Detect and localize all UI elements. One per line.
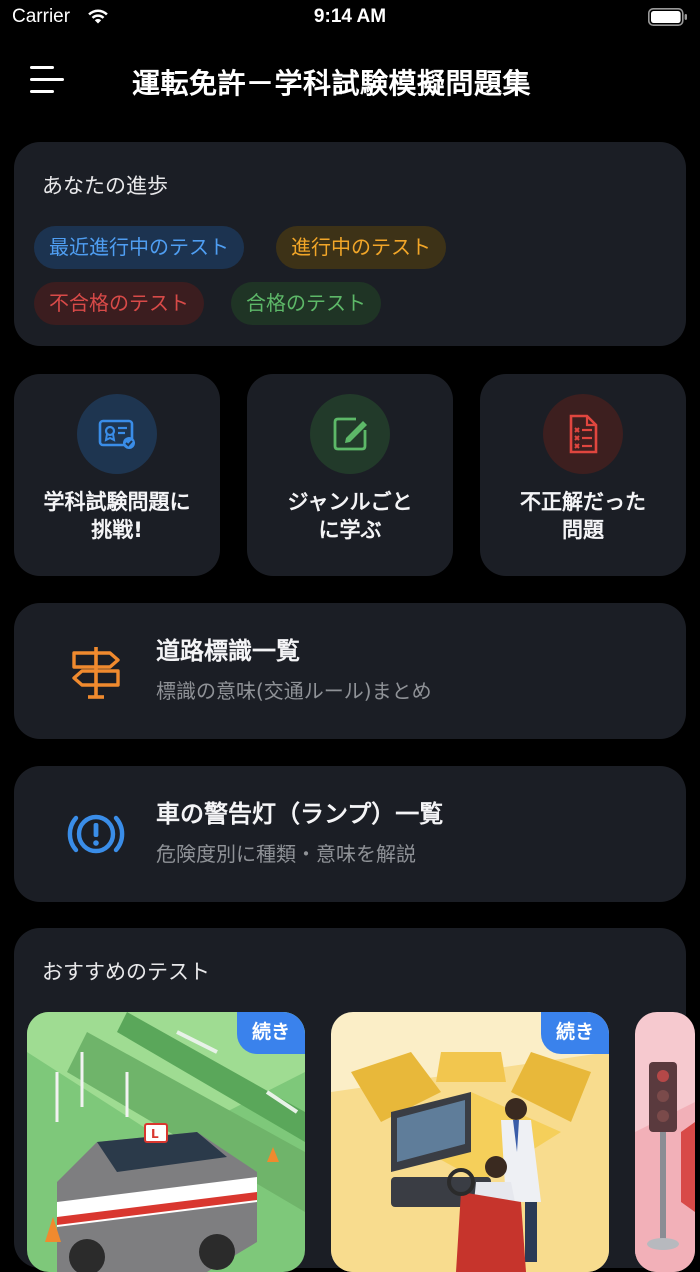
recommended-test-1[interactable]: L 続き [27,1012,305,1272]
tile-learn-by-genre-label: ジャンルごと に学ぶ [287,490,413,542]
hamburger-menu-icon[interactable] [28,62,68,100]
progress-card: あなたの進歩 最近進行中のテスト 進行中のテスト 不合格のテスト 合格のテスト [14,142,686,346]
recommended-title: おすすめのテスト [42,960,210,984]
continue-badge: 続き [541,1012,609,1054]
certificate-icon [77,394,157,474]
signpost-icon [72,647,120,699]
tile-wrong-answers-label: 不正解だった 問題 [520,490,646,542]
chip-failed-tests[interactable]: 不合格のテスト [34,282,204,325]
recommended-tests-card: おすすめのテスト L 続き 続き [14,928,695,1272]
traffic-light-illustration [635,1012,695,1272]
battery-icon [648,8,687,26]
road-signs-title: 道路標識一覧 [156,637,300,665]
wrong-answers-document-icon [543,394,623,474]
road-signs-list-button[interactable]: 道路標識一覧 標識の意味(交通ルール)まとめ [14,603,686,739]
tile-exam-challenge-label: 学科試験問題に 挑戦! [43,490,191,542]
status-time: 9:14 AM [313,6,387,27]
brake-warning-icon [67,814,125,854]
warning-lamps-subtitle: 危険度別に種類・意味を解説 [156,842,416,866]
recommended-test-2[interactable]: 続き [331,1012,609,1272]
chip-passed-tests[interactable]: 合格のテスト [231,282,381,325]
recommended-test-3[interactable] [635,1012,695,1272]
warning-lamps-title: 車の警告灯（ランプ）一覧 [156,800,444,828]
road-signs-subtitle: 標識の意味(交通ルール)まとめ [156,679,432,703]
svg-text:L: L [151,1127,159,1141]
status-bar: Carrier 9:14 AM [0,0,700,36]
edit-note-icon [310,394,390,474]
progress-title: あなたの進歩 [42,174,168,198]
warning-lamps-list-button[interactable]: 車の警告灯（ランプ）一覧 危険度別に種類・意味を解説 [14,766,686,902]
tile-learn-by-genre[interactable]: ジャンルごと に学ぶ [247,374,453,576]
tile-wrong-answers[interactable]: 不正解だった 問題 [480,374,686,576]
tile-exam-challenge[interactable]: 学科試験問題に 挑戦! [14,374,220,576]
chip-in-progress[interactable]: 進行中のテスト [276,226,446,269]
app-title: 運転免許－学科試験模擬問題集 [132,67,532,100]
continue-badge: 続き [237,1012,305,1054]
navigation-bar: 運転免許－学科試験模擬問題集 [0,48,700,114]
chip-recent-in-progress[interactable]: 最近進行中のテスト [34,226,244,269]
